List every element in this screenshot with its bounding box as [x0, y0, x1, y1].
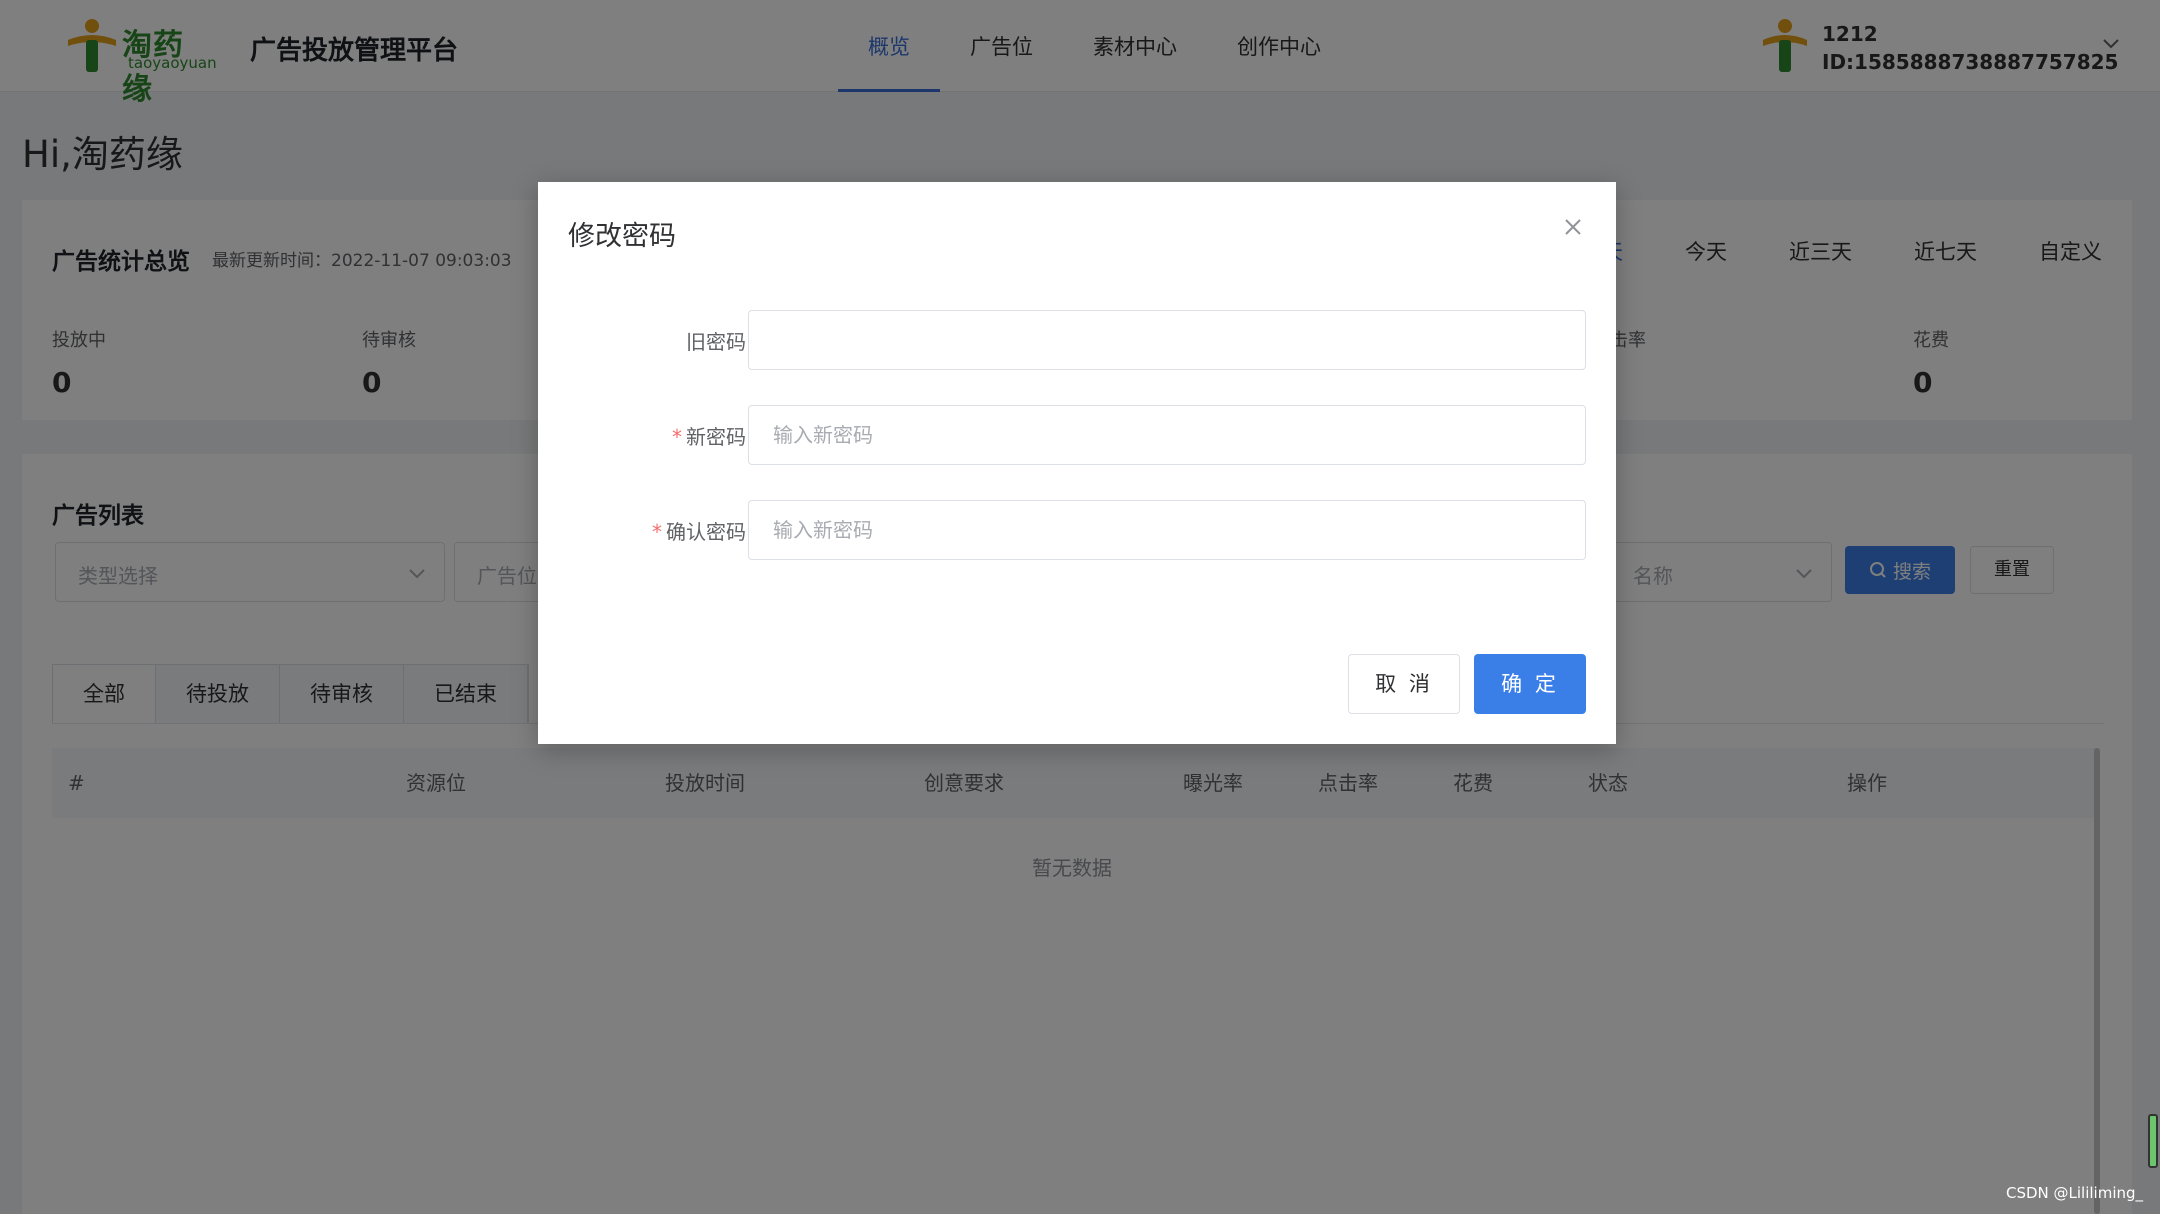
required-mark: *	[652, 520, 662, 544]
new-password-input[interactable]	[748, 405, 1586, 465]
confirm-password-label: * 确认密码	[652, 516, 746, 545]
required-mark: *	[672, 425, 682, 449]
label-text: 确认密码	[666, 520, 746, 544]
confirm-button[interactable]: 确 定	[1474, 654, 1586, 714]
label-text: 旧密码	[686, 330, 746, 354]
new-password-row: * 新密码	[538, 405, 1616, 465]
old-password-label: 旧密码	[686, 326, 746, 355]
page-scrollbar[interactable]	[2148, 1114, 2158, 1168]
cancel-button[interactable]: 取 消	[1348, 654, 1460, 714]
close-icon[interactable]	[1562, 216, 1584, 238]
label-text: 新密码	[686, 425, 746, 449]
old-password-row: 旧密码	[538, 310, 1616, 370]
old-password-input[interactable]	[748, 310, 1586, 370]
watermark: CSDN @Lililiming_	[2006, 1184, 2144, 1202]
confirm-password-input[interactable]	[748, 500, 1586, 560]
new-password-label: * 新密码	[672, 421, 746, 450]
dialog-title: 修改密码	[568, 221, 676, 252]
confirm-password-row: * 确认密码	[538, 500, 1616, 560]
change-password-dialog: 修改密码 旧密码 *新密码 *确认密码 取 消 确 定	[538, 182, 1616, 744]
